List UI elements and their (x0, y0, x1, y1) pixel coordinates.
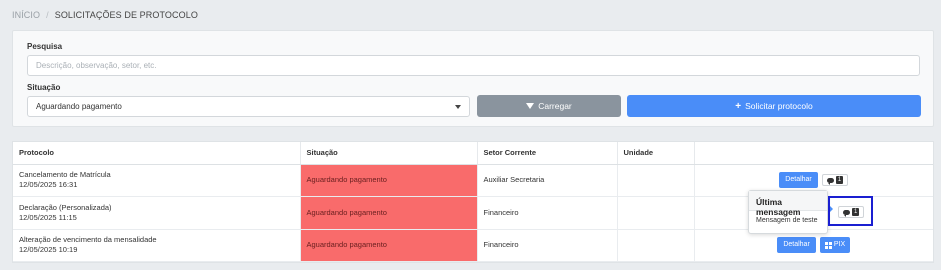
comment-icon (826, 177, 834, 185)
comment-icon (843, 209, 850, 217)
message-count-badge: 1 (852, 208, 860, 216)
protocol-title: Declaração (Personalizada) (19, 202, 112, 212)
column-header-actions (694, 142, 933, 165)
search-input[interactable] (27, 55, 920, 76)
plus-icon: + (735, 100, 742, 112)
qrcode-icon (824, 241, 832, 249)
protocol-title: Cancelamento de Matrícula (19, 170, 111, 180)
situation-label: Situação (27, 83, 61, 92)
message-button[interactable]: 1 (838, 206, 865, 218)
protocol-date: 12/05/2025 10:19 (19, 245, 78, 255)
situation-cell: Aguardando pagamento (300, 164, 478, 197)
popover-title: Última mensagem (749, 191, 827, 217)
protocol-date: 12/05/2025 11:15 (19, 212, 77, 222)
breadcrumb-current: SOLICITAÇÕES DE PROTOCOLO (54, 10, 198, 20)
column-header-situation[interactable]: Situação (300, 142, 478, 165)
protocol-cell: Cancelamento de Matrícula 12/05/2025 16:… (13, 164, 301, 197)
pix-button-label: PIX (833, 241, 846, 249)
breadcrumb: INÍCIO / SOLICITAÇÕES DE PROTOCOLO (12, 10, 198, 20)
last-message-popover: Última mensagem Mensagem de teste (748, 190, 828, 234)
situation-select[interactable]: Aguardando pagamento (27, 96, 470, 117)
load-button-label: Carregar (538, 101, 572, 111)
sector-cell: Financeiro (477, 229, 618, 262)
load-button[interactable]: Carregar (477, 95, 621, 117)
pix-button[interactable]: PIX (819, 237, 851, 254)
situation-select-value: Aguardando pagamento (36, 102, 122, 111)
detail-button[interactable]: Detalhar (779, 172, 818, 189)
filter-panel: Pesquisa Situação Aguardando pagamento C… (12, 30, 934, 127)
situation-cell: Aguardando pagamento (300, 196, 478, 230)
breadcrumb-home[interactable]: INÍCIO (12, 10, 40, 20)
situation-cell: Aguardando pagamento (300, 229, 478, 262)
sector-cell: Financeiro (477, 196, 618, 230)
protocol-date: 12/05/2025 16:31 (19, 180, 78, 190)
unit-cell (617, 196, 695, 230)
message-count-badge: 1 (835, 176, 844, 185)
chevron-down-icon (455, 104, 461, 109)
filter-icon (526, 103, 535, 109)
column-header-unit[interactable]: Unidade (617, 142, 695, 165)
table-header-row: Protocolo Situação Setor Corrente Unidad… (13, 142, 933, 165)
request-protocol-label: Solicitar protocolo (745, 101, 813, 111)
protocol-cell: Declaração (Personalizada) 12/05/2025 11… (13, 196, 301, 230)
search-label: Pesquisa (27, 42, 63, 51)
message-button[interactable]: 1 (821, 174, 849, 187)
column-header-protocol[interactable]: Protocolo (13, 142, 301, 165)
protocol-title: Alteração de vencimento da mensalidade (19, 235, 157, 245)
sector-cell: Auxiliar Secretaria (477, 164, 618, 197)
breadcrumb-separator: / (46, 10, 49, 20)
unit-cell (617, 229, 695, 262)
unit-cell (617, 164, 695, 197)
request-protocol-button[interactable]: + Solicitar protocolo (627, 95, 921, 117)
detail-button[interactable]: Detalhar (777, 237, 816, 254)
protocol-cell: Alteração de vencimento da mensalidade 1… (13, 229, 301, 262)
column-header-sector[interactable]: Setor Corrente (477, 142, 618, 165)
